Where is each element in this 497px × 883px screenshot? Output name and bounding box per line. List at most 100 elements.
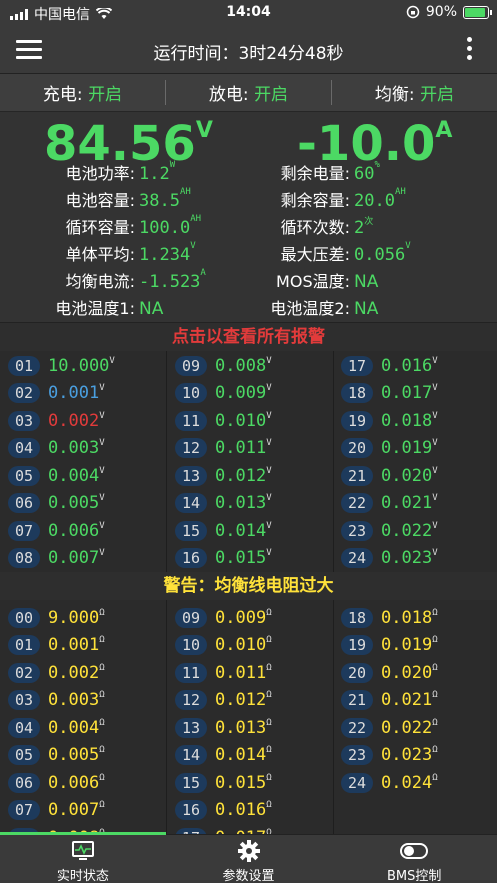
- info-unit: AH: [190, 214, 202, 224]
- toggle-icon: [400, 843, 429, 859]
- info-value: 38.5AH: [139, 187, 191, 211]
- info-label: 电池温度1:: [55, 299, 135, 318]
- info-label: 剩余容量:: [280, 191, 350, 210]
- cell-index-badge: 04: [8, 438, 40, 458]
- cell-value-text: 0.002: [48, 410, 100, 431]
- tab-bms-control[interactable]: BMS控制: [331, 835, 497, 883]
- cell-unit: V: [266, 548, 272, 558]
- cell-voltage-item: 06 0.005V: [8, 490, 105, 517]
- resistance-value: 0.005Ω: [48, 745, 105, 765]
- more-options-icon[interactable]: [467, 37, 473, 64]
- resistance-unit: Ω: [99, 690, 105, 700]
- orientation-lock-icon: [406, 5, 420, 19]
- resistance-value: 0.011Ω: [215, 663, 272, 683]
- resistance-item: 05 0.005Ω: [8, 742, 105, 769]
- info-value: NA: [354, 299, 378, 319]
- resistance-unit: Ω: [432, 607, 438, 618]
- info-value: NA: [139, 299, 163, 319]
- cell-value: 0.007V: [48, 548, 105, 568]
- cell-voltage-item: 23 0.022V: [341, 517, 438, 544]
- cell-value-text: 0.019: [381, 438, 433, 458]
- resistance-item: 21 0.021Ω: [341, 687, 438, 714]
- cell-index-badge: 03: [8, 410, 40, 431]
- info-row: 单体平均: 1.234V: [0, 241, 196, 265]
- cell-unit: V: [266, 465, 272, 476]
- cell-value-text: 10.000: [48, 355, 110, 376]
- cell-voltage-item: 12 0.011V: [175, 435, 272, 462]
- cell-value: 0.004V: [48, 466, 105, 486]
- info-label: 电池温度2:: [270, 299, 350, 318]
- cell-voltage-item: 07 0.006V: [8, 517, 105, 544]
- cell-unit: V: [432, 548, 438, 558]
- info-unit: AH: [394, 187, 406, 197]
- cell-value-text: 0.010: [215, 410, 267, 431]
- resistance-value-text: 0.020: [381, 662, 433, 683]
- resistance-value-text: 0.006: [48, 772, 100, 793]
- resistance-index-badge: 12: [175, 690, 207, 710]
- resistance-unit: Ω: [266, 635, 272, 645]
- cell-value-text: 0.021: [381, 493, 433, 513]
- info-label: 循环次数:: [280, 218, 350, 237]
- balance-switch[interactable]: 均衡: 开启: [331, 80, 497, 105]
- tab-parameter-settings[interactable]: 参数设置: [166, 835, 332, 883]
- cell-value-text: 0.001: [48, 383, 100, 403]
- cell-voltage-item: 15 0.014V: [175, 517, 272, 544]
- info-value-text: -1.523: [139, 272, 201, 292]
- resistance-value: 0.001Ω: [48, 635, 105, 655]
- resistance-value: 9.000Ω: [48, 608, 105, 628]
- resistance-value: 0.012Ω: [215, 690, 272, 710]
- resistance-unit: Ω: [432, 717, 438, 728]
- discharge-switch[interactable]: 放电: 开启: [165, 80, 331, 105]
- tab-realtime-status[interactable]: 实时状态: [0, 832, 166, 883]
- cell-unit: V: [266, 355, 272, 366]
- cell-value: 0.011V: [215, 438, 272, 458]
- cell-value: 0.018V: [381, 411, 438, 431]
- resistance-value: 0.002Ω: [48, 663, 105, 683]
- info-unit: V: [405, 241, 411, 251]
- resistance-unit: Ω: [266, 745, 272, 755]
- info-value: -1.523A: [139, 268, 206, 292]
- resistance-value: 0.021Ω: [381, 690, 438, 710]
- cell-unit: V: [99, 383, 105, 393]
- cell-value: 0.003V: [48, 438, 105, 458]
- charge-switch[interactable]: 充电: 开启: [0, 80, 165, 105]
- cell-index-badge: 06: [8, 493, 40, 513]
- resistance-value-text: 0.018: [381, 607, 433, 628]
- cell-index-badge: 24: [341, 548, 373, 568]
- resistance-value-text: 0.015: [215, 772, 267, 793]
- resistance-unit: Ω: [99, 800, 105, 810]
- battery-icon: [463, 5, 492, 19]
- info-value-text: NA: [354, 299, 379, 319]
- info-value-text: 0.056: [354, 245, 406, 265]
- info-row: 循环容量: 100.0AH: [0, 214, 201, 238]
- cell-index-badge: 01: [8, 355, 40, 376]
- cell-value: 0.021V: [381, 493, 438, 513]
- resistance-value: 0.023Ω: [381, 745, 438, 765]
- cell-voltage-item: 05 0.004V: [8, 462, 105, 489]
- cell-unit: V: [432, 383, 438, 393]
- resistance-index-badge: 18: [341, 607, 373, 628]
- info-label: 循环容量:: [65, 218, 135, 237]
- status-right: 90%: [406, 4, 492, 20]
- info-value-text: 38.5: [139, 191, 180, 211]
- resistance-value: 0.006Ω: [48, 773, 105, 793]
- cell-value: 0.014V: [215, 521, 272, 541]
- cell-index-badge: 17: [341, 355, 373, 376]
- resistance-value: 0.020Ω: [381, 663, 438, 683]
- cell-unit: V: [99, 465, 105, 476]
- resistance-value-text: 0.001: [48, 635, 100, 655]
- resistance-value-text: 0.021: [381, 690, 433, 710]
- alarm-link[interactable]: 点击以查看所有报警: [0, 323, 497, 351]
- resistance-index-badge: 23: [341, 745, 373, 765]
- info-row: 电池温度2: NA: [240, 295, 378, 319]
- charge-value: 开启: [88, 85, 123, 105]
- cell-index-badge: 22: [341, 493, 373, 513]
- resistance-item: 04 0.004Ω: [8, 714, 105, 741]
- cell-value: 0.001V: [48, 383, 105, 403]
- resistance-index-badge: 14: [175, 745, 207, 765]
- resistance-item: 14 0.014Ω: [175, 742, 272, 769]
- cell-unit: V: [266, 438, 272, 448]
- resistance-value: 0.024Ω: [381, 773, 438, 793]
- cell-voltage-grid: 01 10.000V 02 0.001V 03 0.002V 04 0.003V 05 0.004…: [0, 351, 497, 572]
- resistance-index-badge: 09: [175, 607, 207, 628]
